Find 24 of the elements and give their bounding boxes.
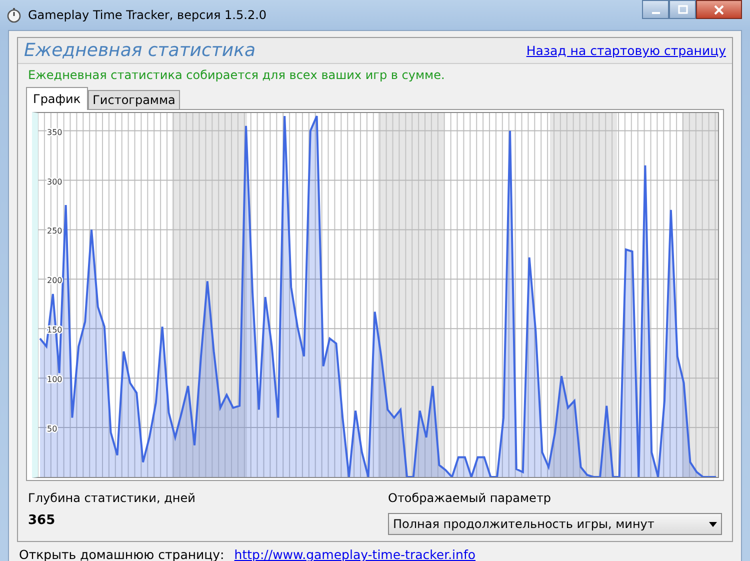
parameter-dropdown[interactable]: Полная продолжительность игры, минут: [388, 513, 722, 535]
y-tick-label: 50: [46, 424, 57, 434]
maximize-icon: [678, 4, 688, 14]
y-tick-label: 300: [46, 177, 62, 186]
depth-label: Глубина статистики, дней: [28, 491, 196, 505]
page-title: Ежедневная статистика: [24, 40, 256, 61]
y-tick-label: 100: [46, 375, 62, 384]
minimize-button[interactable]: [642, 0, 669, 19]
maximize-button[interactable]: [669, 0, 696, 19]
stopwatch-icon: [6, 7, 22, 23]
y-tick-label: 350: [46, 128, 62, 137]
back-link[interactable]: Назад на стартовую страницу: [526, 43, 726, 58]
parameter-label: Отображаемый параметр: [388, 491, 552, 505]
y-tick-label: 250: [46, 226, 62, 236]
window-title: Gameplay Time Tracker, версия 1.5.2.0: [28, 8, 267, 22]
info-text: Ежедневная статистика собирается для всех ваших игр в сумме.: [27, 67, 446, 84]
tab[interactable]: Гистограмма: [88, 90, 180, 109]
depth-value: 365: [28, 513, 56, 528]
close-button[interactable]: [696, 0, 742, 19]
close-icon: [714, 4, 724, 14]
minimize-icon: [652, 12, 660, 14]
dropdown-arrow-icon: [709, 522, 717, 526]
tab[interactable]: График: [26, 87, 88, 110]
y-tick-label: 200: [46, 276, 62, 286]
